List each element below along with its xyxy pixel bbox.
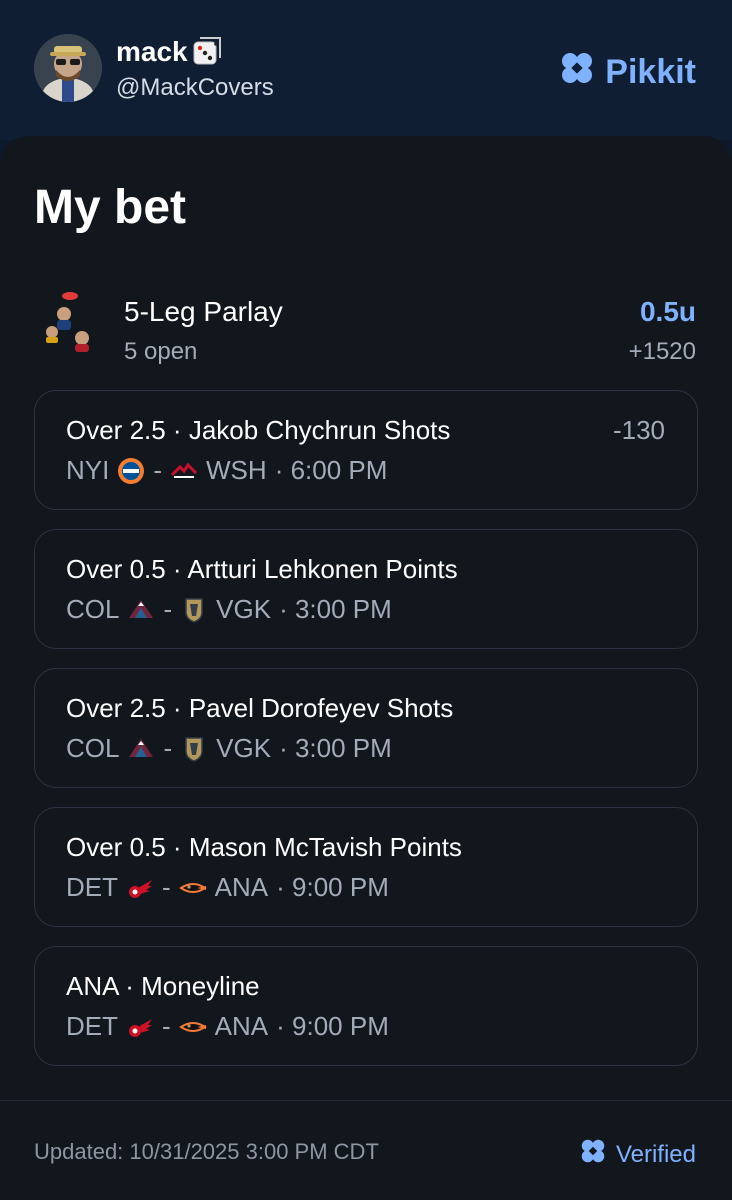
matchup-separator: - [153,455,163,485]
parlay-odds: +1520 [628,338,696,365]
bet-card: My bet 5-Leg Parlay 5 open 0.5u +1520 Ov… [0,136,732,1200]
islanders-logo [117,457,145,485]
leg-title: Over 2.5 · Pavel Dorofeyev Shots [66,693,454,723]
user-avatar[interactable] [34,34,102,102]
profile-header: mack @MackCovers Pikkit [0,0,732,140]
footer-divider [0,1100,732,1101]
red-wings-logo [126,1013,154,1041]
leg-matchup: DET - ANA · 9:00 PM [66,1011,389,1042]
page-title: My bet [34,181,187,234]
avalanche-logo [127,596,155,624]
leg-title: Over 0.5 · Mason McTavish Points [66,832,462,862]
home-team: VGK [216,594,272,624]
game-time: · 9:00 PM [276,1011,389,1041]
away-team: COL [66,594,120,624]
leg-title: ANA · Moneyline [66,971,260,1001]
avalanche-logo [127,735,155,763]
parlay-players-icon [40,290,100,354]
leg-odds: -130 [612,415,665,445]
bet-leg[interactable]: Over 0.5 · Artturi Lehkonen Points COL -… [34,529,698,649]
parlay-status: 5 open [124,338,198,365]
leg-matchup: COL - VGK · 3:00 PM [66,594,392,625]
brand-name: Pikkit [605,53,696,91]
golden-knights-logo [180,596,208,624]
game-time: · 6:00 PM [274,455,388,485]
bet-leg[interactable]: Over 0.5 · Mason McTavish Points DET - A… [34,807,698,927]
user-handle[interactable]: @MackCovers [116,74,274,102]
away-team: COL [66,733,120,763]
red-wings-logo [126,874,154,902]
matchup-separator: - [162,872,171,902]
clover-icon [578,1136,608,1173]
username[interactable]: mack [116,36,224,68]
verified-badge[interactable]: Verified [578,1136,696,1173]
parlay-units: 0.5u [639,296,696,327]
matchup-separator: - [162,1011,171,1041]
leg-matchup: COL - VGK · 3:00 PM [66,733,392,764]
pikkit-brand[interactable]: Pikkit [557,48,696,97]
leg-title: Over 0.5 · Artturi Lehkonen Points [66,554,458,584]
matchup-separator: - [163,733,173,763]
updated-timestamp: Updated: 10/31/2025 3:00 PM CDT [34,1139,379,1164]
clover-icon [557,48,597,97]
ducks-logo [178,874,207,902]
matchup-separator: - [163,594,173,624]
game-time: · 3:00 PM [279,594,392,624]
leg-title: Over 2.5 · Jakob Chychrun Shots [66,415,451,445]
home-team: WSH [206,455,267,485]
dice-icon [192,36,224,68]
game-time: · 9:00 PM [276,872,389,902]
home-team: ANA [214,1011,269,1041]
game-time: · 3:00 PM [279,733,392,763]
verified-label: Verified [615,1140,696,1168]
parlay-name: 5-Leg Parlay [124,296,283,327]
leg-matchup: DET - ANA · 9:00 PM [66,872,389,903]
away-team: DET [66,872,118,902]
bet-leg[interactable]: Over 2.5 · Pavel Dorofeyev Shots COL - V… [34,668,698,788]
away-team: NYI [66,455,110,485]
golden-knights-logo [180,735,208,763]
bet-leg[interactable]: ANA · Moneyline DET - ANA · 9:00 PM [34,946,698,1066]
username-text: mack [116,36,188,67]
bet-leg[interactable]: Over 2.5 · Jakob Chychrun Shots -130 NYI… [34,390,698,510]
leg-matchup: NYI - WSH · 6:00 PM [66,455,387,486]
home-team: ANA [214,872,269,902]
home-team: VGK [216,733,272,763]
capitals-logo [170,457,198,485]
ducks-logo [178,1013,207,1041]
away-team: DET [66,1011,118,1041]
